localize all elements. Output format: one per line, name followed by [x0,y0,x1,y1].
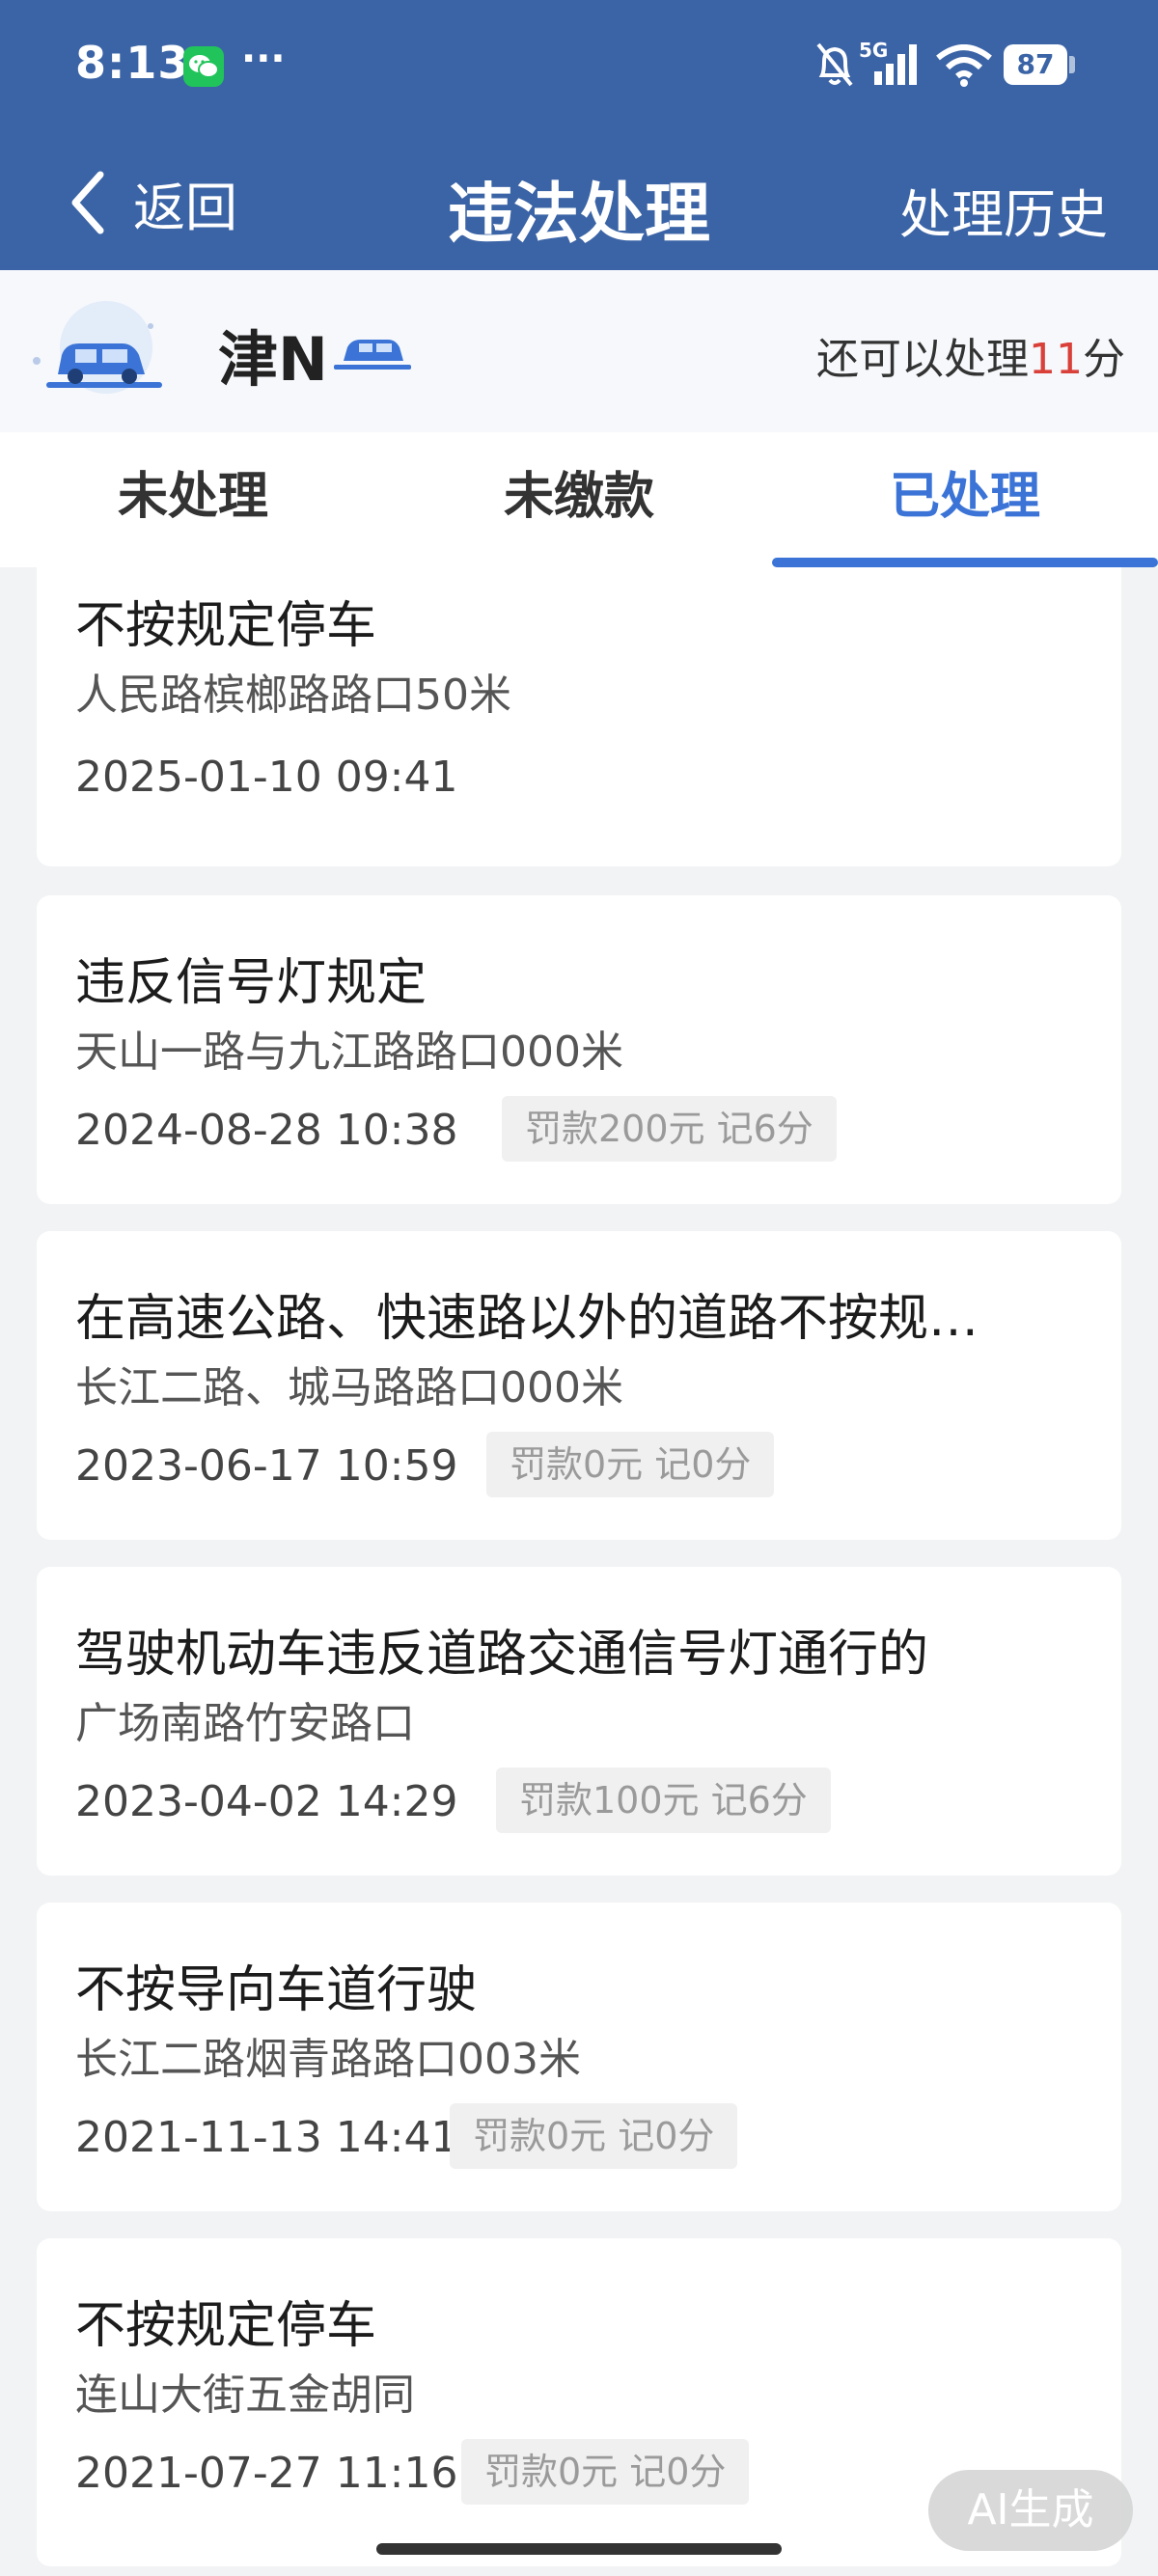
tab-unpaid[interactable]: 未缴款 [386,432,772,567]
car-icon [29,299,174,409]
remaining-points: 还可以处理11分 [816,324,1125,386]
battery-icon: 87 [1004,44,1067,85]
status-bar: 8:13 ··· 5G 87 [0,0,1158,135]
penalty-badge: 罚款0元 记0分 [461,2439,750,2505]
wechat-icon [183,46,224,87]
status-time: 8:13 [75,37,190,89]
license-plate: 津N [218,324,328,395]
list-item[interactable]: 驾驶机动车违反道路交通信号灯通行的 广场南路竹安路口 2023-04-02 14… [37,1567,1121,1876]
violation-time: 2024-08-28 10:38 [75,1106,458,1155]
wifi-icon [934,44,994,91]
violation-location: 长江二路烟青路路口003米 [75,2035,581,2084]
points-prefix: 还可以处理 [816,335,1029,384]
ai-generated-badge: AI生成 [928,2470,1133,2551]
violation-title: 在高速公路、快速路以外的道路不按规… [75,1290,979,1348]
top-header: 8:13 ··· 5G 87 返回 违法处理 处理历史 [0,0,1158,270]
tab-indicator [772,558,1158,567]
penalty-badge: 罚款100元 记6分 [496,1768,831,1833]
signal-icon [868,42,926,91]
violation-time: 2023-04-02 14:29 [75,1777,458,1826]
violation-location: 天山一路与九江路路口000米 [75,1028,623,1077]
battery-tip [1069,56,1075,73]
status-more-icon: ··· [241,37,286,81]
list-item[interactable]: 违反信号灯规定 天山一路与九江路路口000米 2024-08-28 10:38 … [37,895,1121,1204]
bell-off-icon [813,41,857,93]
points-suffix: 分 [1083,335,1125,384]
tab-bar: 未处理 未缴款 已处理 [0,432,1158,567]
violation-time: 2021-11-13 14:41 [75,2113,458,2162]
tab-unprocessed[interactable]: 未处理 [0,432,386,567]
violation-title: 违反信号灯规定 [75,954,427,1012]
violation-location: 连山大街五金胡同 [75,2370,415,2420]
records-list[interactable]: 不按规定停车 人民路槟榔路路口50米 2025-01-10 09:41 违反信号… [0,567,1158,2576]
violation-title: 不按导向车道行驶 [75,1961,478,2019]
tab-processed[interactable]: 已处理 [772,432,1158,567]
list-item[interactable]: 不按规定停车 人民路槟榔路路口50米 2025-01-10 09:41 [37,567,1121,866]
home-indicator[interactable] [376,2543,782,2555]
violation-location: 人民路槟榔路路口50米 [75,671,511,720]
violation-title: 不按规定停车 [75,2297,377,2355]
car-mask-icon [326,309,419,386]
penalty-badge: 罚款0元 记0分 [486,1432,775,1497]
violation-location: 长江二路、城马路路口000米 [75,1363,623,1412]
nav-bar: 返回 违法处理 处理历史 [0,135,1158,270]
penalty-badge: 罚款200元 记6分 [502,1096,837,1162]
history-button[interactable]: 处理历史 [899,172,1108,248]
list-item[interactable]: 在高速公路、快速路以外的道路不按规… 长江二路、城马路路口000米 2023-0… [37,1231,1121,1540]
violation-time: 2025-01-10 09:41 [75,753,458,802]
list-item[interactable]: 不按导向车道行驶 长江二路烟青路路口003米 2021-11-13 14:41 … [37,1903,1121,2211]
violation-time: 2023-06-17 10:59 [75,1441,458,1491]
vehicle-summary: 津N 还可以处理11分 [0,270,1158,432]
penalty-badge: 罚款0元 记0分 [450,2103,738,2169]
violation-location: 广场南路竹安路口 [75,1699,415,1748]
points-value: 11 [1029,335,1083,384]
violation-time: 2021-07-27 11:16 [75,2449,458,2498]
violation-title: 不按规定停车 [75,597,377,655]
violation-title: 驾驶机动车违反道路交通信号灯通行的 [75,1626,929,1684]
